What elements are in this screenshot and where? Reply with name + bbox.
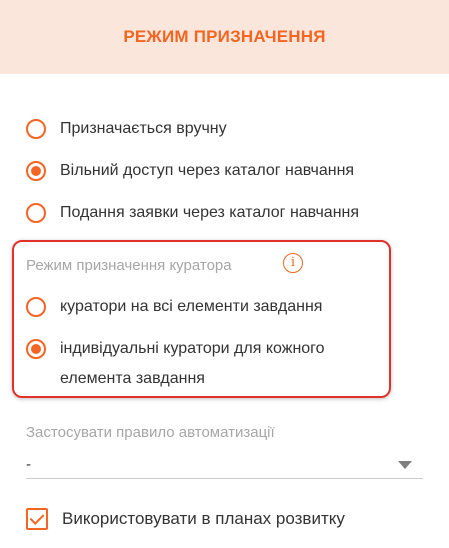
automation-rule-select[interactable]: - [26,456,31,473]
curator-mode-label: Режим призначення куратора [26,257,232,274]
chevron-down-icon[interactable] [398,461,412,469]
radio-option-curators-individual[interactable]: індивідуальні куратори для кожного елеме… [26,334,325,394]
select-underline [26,478,423,479]
radio-option-manual[interactable]: Призначається вручну [26,114,227,144]
section-header: РЕЖИМ ПРИЗНАЧЕННЯ [0,0,449,74]
radio-label-line1: індивідуальні куратори для кожного [60,340,325,357]
radio-label: Вільний доступ через каталог навчання [60,162,355,179]
automation-rule-label: Застосувати правило автоматизації [26,424,275,441]
radio-label: Призначається вручну [60,120,227,137]
radio-label-line2: елемента завдання [60,370,205,387]
development-plans-checkbox[interactable] [26,508,48,530]
radio-option-curators-all[interactable]: куратори на всі елементи завдання [26,292,322,322]
radio-label: Подання заявки через каталог навчання [60,204,360,221]
radio-label: індивідуальні куратори для кожного елеме… [60,334,325,394]
section-title: РЕЖИМ ПРИЗНАЧЕННЯ [123,27,326,46]
radio-option-application[interactable]: Подання заявки через каталог навчання [26,198,359,228]
info-icon[interactable]: i [283,253,303,273]
radio-option-free-access[interactable]: Вільний доступ через каталог навчання [26,156,354,186]
radio-label: куратори на всі елементи завдання [60,298,323,315]
radio-button[interactable] [26,297,46,317]
radio-button[interactable] [26,203,46,223]
radio-button[interactable] [26,119,46,139]
radio-button-selected[interactable] [26,339,46,359]
development-plans-label: Використовувати в планах розвитку [62,509,345,528]
radio-button-selected[interactable] [26,161,46,181]
